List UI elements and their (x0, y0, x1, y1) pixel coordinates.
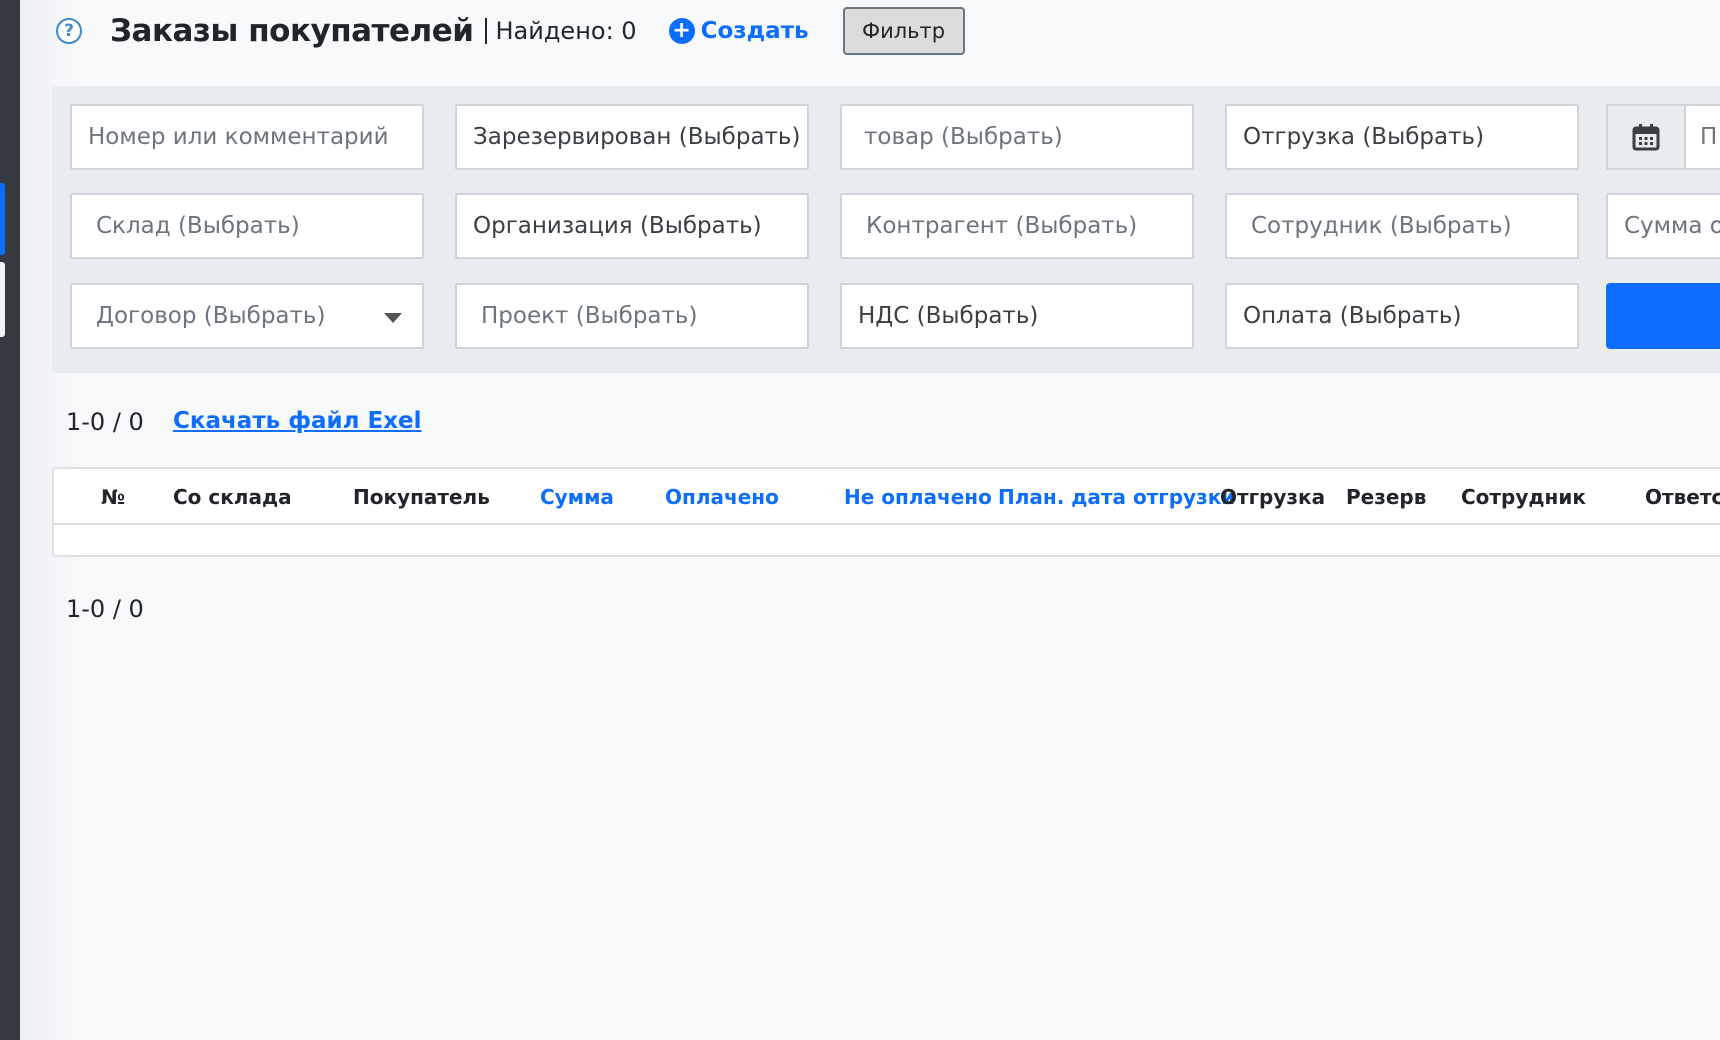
column-warehouse[interactable]: Со склада (173, 485, 292, 509)
apply-filter-button[interactable] (1606, 283, 1720, 349)
create-button[interactable]: + Создать (668, 18, 809, 44)
pagination-bottom: 1-0 / 0 (66, 595, 144, 623)
create-button-label: Создать (700, 18, 809, 44)
download-excel-link[interactable]: Скачать файл Exel (173, 408, 422, 434)
column-sum[interactable]: Сумма (540, 485, 614, 509)
page-title: Заказы покупателей (110, 13, 474, 49)
product-select[interactable]: товар (Выбрать) (840, 104, 1194, 170)
shipment-select[interactable]: Отгрузка (Выбрать) (1225, 104, 1579, 170)
reserved-select[interactable]: Зарезервирован (Выбрать) (455, 104, 809, 170)
column-number[interactable]: № (101, 485, 125, 509)
sum-from-input[interactable]: Сумма от (1606, 193, 1720, 259)
column-paid[interactable]: Оплачено (665, 485, 779, 509)
column-responsible[interactable]: Ответст (1645, 485, 1720, 509)
plus-circle-icon: + (668, 18, 695, 44)
pagination-top: 1-0 / 0 (66, 408, 144, 436)
contract-select[interactable]: Договор (Выбрать) (70, 283, 424, 349)
payment-select[interactable]: Оплата (Выбрать) (1225, 283, 1579, 349)
column-planned-shipment-date[interactable]: План. дата отгрузки (998, 485, 1235, 509)
warehouse-select[interactable]: Склад (Выбрать) (70, 193, 424, 259)
organization-select[interactable]: Организация (Выбрать) (455, 193, 809, 259)
column-shipment[interactable]: Отгрузка (1220, 485, 1325, 509)
filter-button[interactable]: Фильтр (842, 7, 965, 55)
contract-select-label: Договор (Выбрать) (96, 303, 326, 329)
page-header: ? Заказы покупателей Найдено: 0 + Создат… (56, 7, 965, 55)
employee-select[interactable]: Сотрудник (Выбрать) (1225, 193, 1579, 259)
column-employee[interactable]: Сотрудник (1461, 485, 1586, 509)
column-reserve[interactable]: Резерв (1346, 485, 1426, 509)
filter-panel: Номер или комментарий Зарезервирован (Вы… (52, 86, 1720, 373)
table-header: № Со склада Покупатель Сумма Оплачено Не… (54, 469, 1720, 525)
orders-table: № Со склада Покупатель Сумма Оплачено Не… (52, 467, 1720, 557)
project-select[interactable]: Проект (Выбрать) (455, 283, 809, 349)
number-comment-input[interactable]: Номер или комментарий (70, 104, 424, 170)
left-sidebar (0, 0, 20, 1040)
chevron-down-icon (384, 313, 402, 323)
help-icon[interactable]: ? (56, 18, 82, 44)
column-buyer[interactable]: Покупатель (353, 485, 490, 509)
calendar-icon[interactable] (1606, 104, 1686, 170)
sidebar-tab[interactable] (0, 262, 5, 337)
vat-select[interactable]: НДС (Выбрать) (840, 283, 1194, 349)
column-unpaid[interactable]: Не оплачено (844, 485, 992, 509)
sidebar-active-tab[interactable] (0, 183, 5, 255)
date-from-input[interactable]: П (1684, 104, 1720, 170)
counterparty-select[interactable]: Контрагент (Выбрать) (840, 193, 1194, 259)
found-count: Найдено: 0 (485, 18, 637, 44)
